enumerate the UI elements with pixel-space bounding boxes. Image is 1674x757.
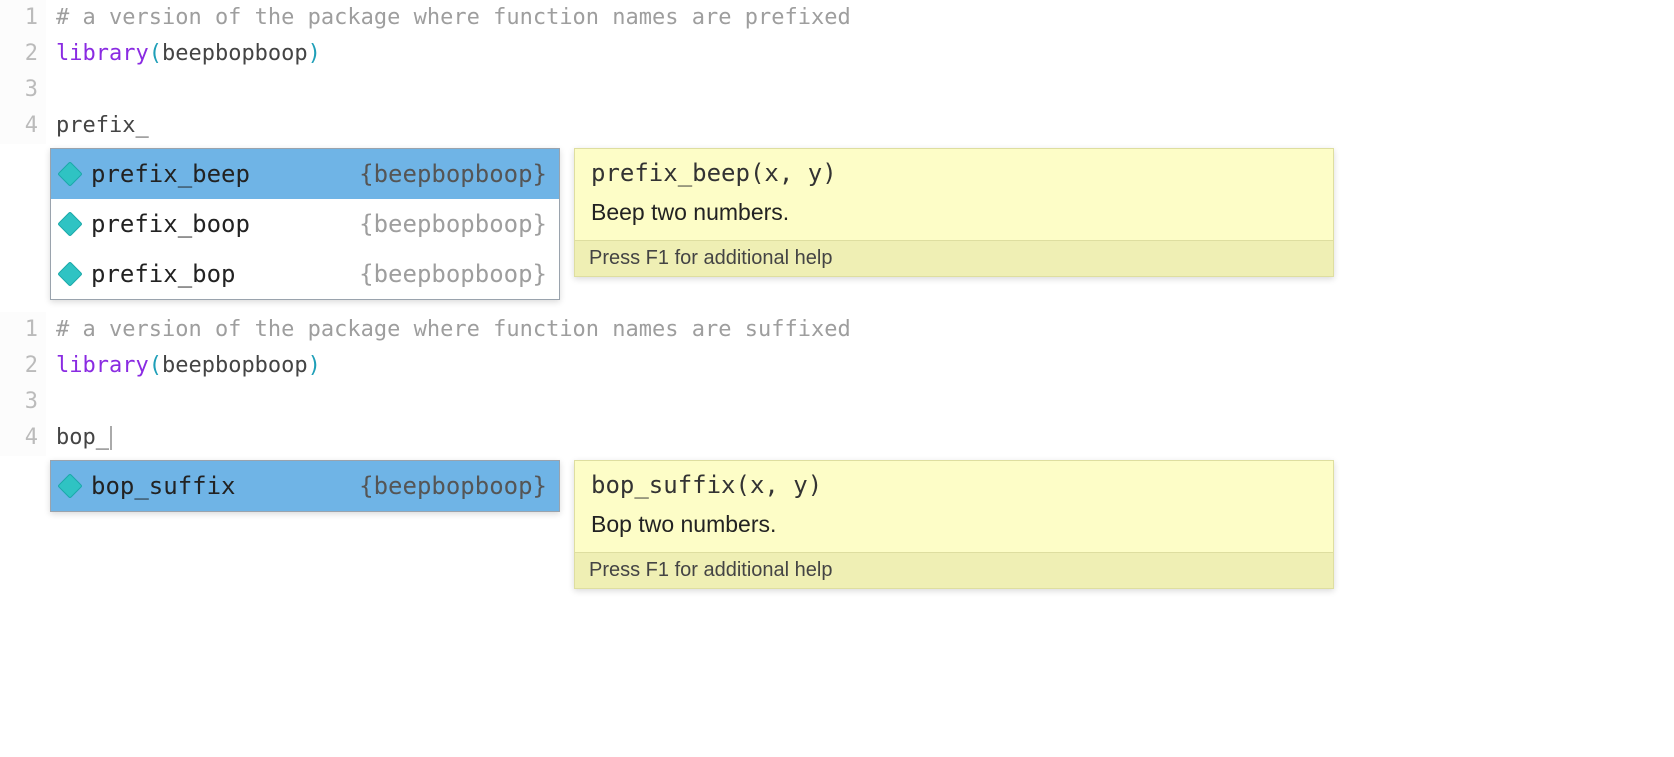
- token-paren: ): [308, 353, 321, 378]
- code-line[interactable]: 1 # a version of the package where functi…: [0, 0, 1674, 36]
- code-line[interactable]: 3: [0, 72, 1674, 108]
- editor-block: 1 # a version of the package where functi…: [0, 0, 1674, 300]
- code-line[interactable]: 2library(beepbopboop): [0, 36, 1674, 72]
- text-cursor: [110, 426, 112, 450]
- autocomplete-popup: prefix_beep {beepbopboop} prefix_boop {beep…: [50, 148, 1674, 300]
- autocomplete-item[interactable]: prefix_boop {beepbopboop}: [51, 199, 559, 249]
- tooltip-description: Bop two numbers.: [575, 507, 1333, 552]
- autocomplete-item-package: {beepbopboop}: [359, 205, 547, 243]
- code-line[interactable]: 1 # a version of the package where functi…: [0, 312, 1674, 348]
- code-content[interactable]: library(beepbopboop): [46, 36, 321, 72]
- code-content[interactable]: prefix_: [46, 108, 149, 144]
- line-number: 4: [0, 420, 46, 456]
- token-paren: (: [149, 41, 162, 66]
- autocomplete-item[interactable]: prefix_bop {beepbopboop}: [51, 249, 559, 299]
- function-icon: [57, 473, 82, 498]
- line-number: 3: [0, 384, 46, 420]
- tooltip-footer: Press F1 for additional help: [575, 240, 1333, 276]
- token-paren: (: [149, 353, 162, 378]
- tooltip-footer: Press F1 for additional help: [575, 552, 1333, 588]
- autocomplete-item-name: bop_suffix: [91, 467, 347, 505]
- token-keyword: library: [56, 353, 149, 378]
- autocomplete-item-package: {beepbopboop}: [359, 155, 547, 193]
- function-icon: [57, 211, 82, 236]
- autocomplete-item-package: {beepbopboop}: [359, 467, 547, 505]
- code-content[interactable]: bop_: [46, 420, 112, 456]
- token-text: prefix_: [56, 113, 149, 138]
- code-content[interactable]: # a version of the package where functio…: [46, 312, 851, 348]
- autocomplete-item-name: prefix_beep: [91, 155, 347, 193]
- autocomplete-item-package: {beepbopboop}: [359, 255, 547, 293]
- line-number: 1: [0, 0, 46, 36]
- tooltip-signature: bop_suffix(x, y): [575, 461, 1333, 507]
- function-icon: [57, 161, 82, 186]
- line-number: 1: [0, 312, 46, 348]
- autocomplete-item-name: prefix_boop: [91, 205, 347, 243]
- token-text: bop_: [56, 425, 109, 450]
- token-comment: # a version of the package where functio…: [56, 317, 851, 342]
- line-number: 3: [0, 72, 46, 108]
- autocomplete-item[interactable]: prefix_beep {beepbopboop}: [51, 149, 559, 199]
- token-comment: # a version of the package where functio…: [56, 5, 851, 30]
- token-keyword: library: [56, 41, 149, 66]
- line-number: 2: [0, 348, 46, 384]
- code-line[interactable]: 4 prefix_: [0, 108, 1674, 144]
- autocomplete-item-name: prefix_bop: [91, 255, 347, 293]
- tooltip-signature: prefix_beep(x, y): [575, 149, 1333, 195]
- token-paren: ): [308, 41, 321, 66]
- function-icon: [57, 261, 82, 286]
- code-content[interactable]: library(beepbopboop): [46, 348, 321, 384]
- line-number: 4: [0, 108, 46, 144]
- token-pkg: beepbopboop: [162, 353, 308, 378]
- editor-block: 1 # a version of the package where functi…: [0, 312, 1674, 589]
- line-number: 2: [0, 36, 46, 72]
- code-line[interactable]: 2library(beepbopboop): [0, 348, 1674, 384]
- code-line[interactable]: 3: [0, 384, 1674, 420]
- code-content[interactable]: # a version of the package where functio…: [46, 0, 851, 36]
- autocomplete-popup: bop_suffix {beepbopboop} bop_suffix(x, y)B…: [50, 460, 1674, 589]
- code-line[interactable]: 4 bop_: [0, 420, 1674, 456]
- autocomplete-tooltip: prefix_beep(x, y)Beep two numbers.Press …: [574, 148, 1334, 277]
- autocomplete-list[interactable]: bop_suffix {beepbopboop}: [50, 460, 560, 512]
- autocomplete-tooltip: bop_suffix(x, y)Bop two numbers.Press F1…: [574, 460, 1334, 589]
- tooltip-description: Beep two numbers.: [575, 195, 1333, 240]
- autocomplete-item[interactable]: bop_suffix {beepbopboop}: [51, 461, 559, 511]
- token-pkg: beepbopboop: [162, 41, 308, 66]
- autocomplete-list[interactable]: prefix_beep {beepbopboop} prefix_boop {beep…: [50, 148, 560, 300]
